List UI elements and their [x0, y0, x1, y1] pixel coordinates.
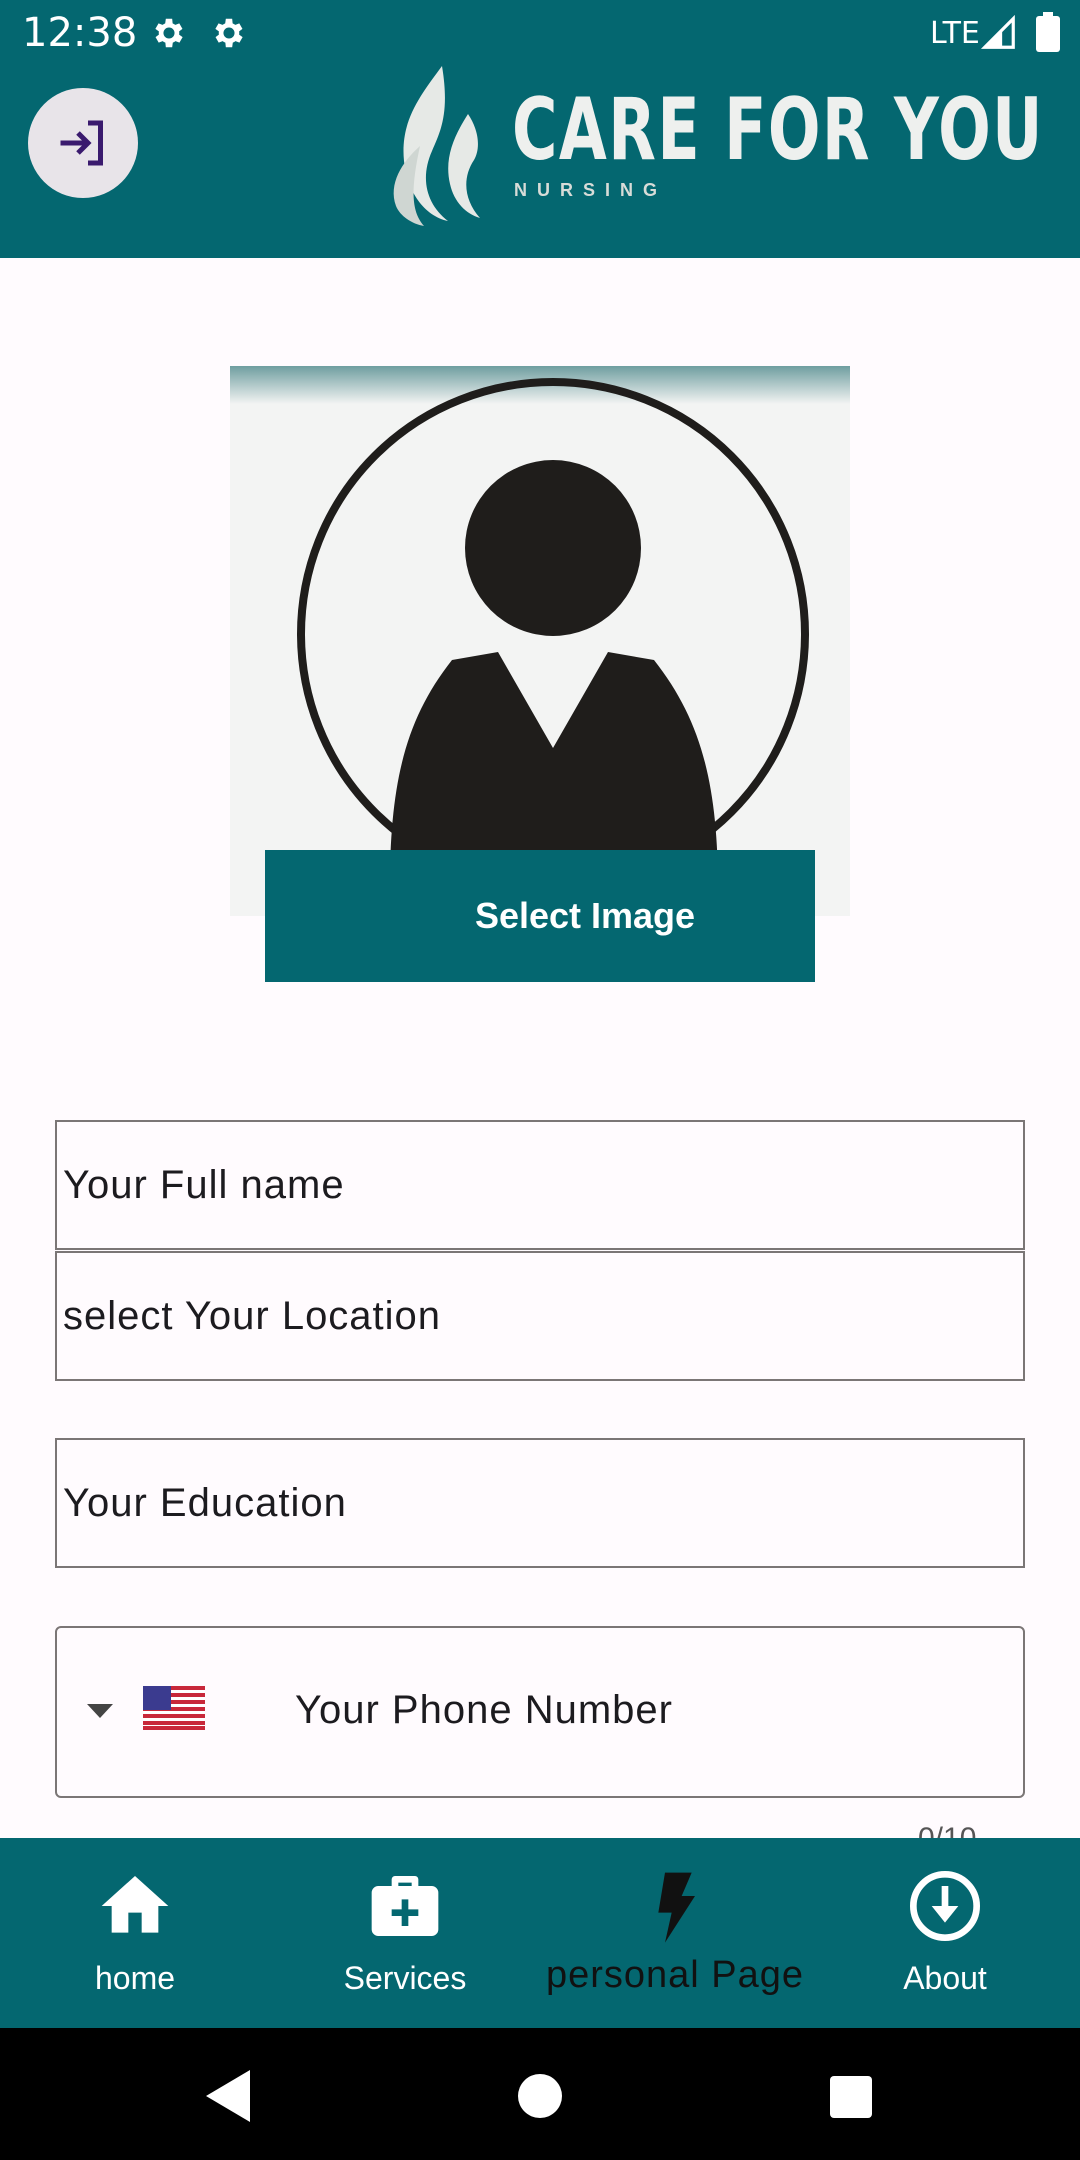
country-dropdown-icon[interactable] [87, 1704, 113, 1718]
phone-number-input[interactable]: Your Phone Number [55, 1626, 1025, 1798]
system-navigation-bar [0, 2028, 1080, 2160]
signal-icon [980, 14, 1015, 49]
nav-item-home[interactable]: home [0, 1838, 270, 2028]
person-avatar-icon [297, 378, 809, 916]
network-type: LTE [930, 16, 980, 51]
status-time: 12:38 [22, 10, 138, 56]
profile-photo [230, 366, 850, 916]
login-icon [60, 120, 103, 166]
app-logo: CARE FOR YOU NURSING [380, 66, 1042, 226]
bolt-icon [658, 1872, 695, 1943]
home-icon [101, 1876, 169, 1933]
nav-label-home: home [94, 1960, 176, 1996]
back-icon[interactable] [202, 2068, 252, 2124]
select-image-button[interactable]: Select Image [265, 850, 815, 982]
medical-bag-icon [371, 1876, 439, 1936]
location-input[interactable]: select Your Location [55, 1251, 1025, 1381]
battery-icon [1036, 12, 1060, 52]
education-input[interactable]: Your Education [55, 1438, 1025, 1568]
download-circle-icon [910, 1871, 980, 1941]
full-name-input[interactable]: Your Full name [55, 1120, 1025, 1250]
bottom-navigation: home Services personal Page About [0, 1838, 1080, 2028]
flame-logo-icon [393, 66, 480, 226]
recent-apps-icon[interactable] [830, 2076, 872, 2118]
app-bar: CARE FOR YOU NURSING [0, 66, 1080, 258]
nav-label-about: About [903, 1960, 987, 1996]
logo-subtitle: NURSING [514, 180, 668, 200]
status-bar: 12:38 LTE [0, 0, 1080, 66]
us-flag-icon[interactable] [143, 1686, 205, 1730]
nav-label-services: Services [343, 1960, 467, 1996]
phone-placeholder: Your Phone Number [295, 1688, 673, 1732]
nav-item-personal-page[interactable]: personal Page [540, 1838, 810, 2028]
nav-item-services[interactable]: Services [270, 1838, 540, 2028]
logo-title: CARE FOR YOU [512, 80, 1044, 180]
settings-icon [155, 18, 183, 48]
login-button[interactable] [28, 88, 138, 198]
nav-item-about[interactable]: About [810, 1838, 1080, 2028]
nav-label-personal-page: personal Page [545, 1954, 805, 1996]
settings-icon [215, 18, 243, 48]
home-button-icon[interactable] [518, 2074, 562, 2118]
